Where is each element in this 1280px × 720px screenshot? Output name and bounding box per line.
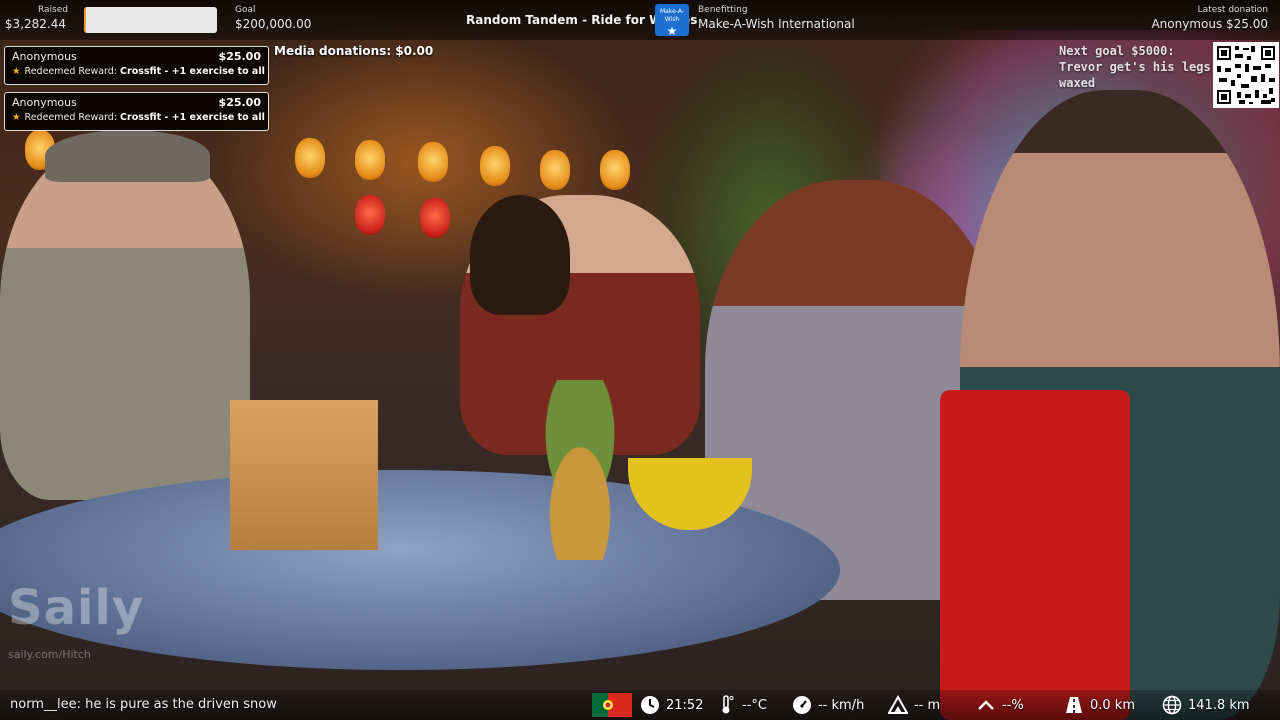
person-cap	[0, 140, 250, 500]
distance-today-value: 0.0 km	[1090, 697, 1135, 713]
donation-topbar: Raised $3,282.44 Goal $200,000.00 Random…	[0, 0, 1280, 40]
red-apron	[940, 390, 1130, 720]
donation-amount: $25.00	[218, 50, 261, 63]
goal-progress-fill	[84, 7, 87, 33]
star-icon: ★	[12, 66, 21, 77]
sponsor-url: saily.com/Hitch	[8, 648, 91, 661]
speedometer-icon	[793, 696, 811, 714]
lantern	[480, 146, 510, 186]
media-donations: Media donations: $0.00	[274, 44, 434, 58]
star-icon: ★	[666, 24, 678, 38]
mountain-icon	[888, 695, 908, 714]
chopstick-box	[230, 400, 378, 550]
baseball-cap	[45, 130, 210, 182]
charity-logo-text: Make-A-Wish	[660, 8, 684, 23]
incline-stat: --%	[976, 695, 1024, 715]
pineapple	[520, 380, 640, 560]
incline-value: --%	[1002, 697, 1024, 713]
reward-line: ★ Redeemed Reward: Crossfit - +1 exercise…	[12, 66, 265, 77]
portugal-flag-icon	[592, 693, 632, 717]
distance-total-value: 141.8 km	[1188, 697, 1250, 713]
make-a-wish-logo: Make-A-Wish ★	[655, 4, 689, 38]
lantern	[600, 150, 630, 190]
lantern	[420, 198, 450, 238]
latest-donation-value: Anonymous $25.00	[1151, 17, 1268, 31]
goal-block: Goal $200,000.00	[235, 5, 311, 32]
lantern	[418, 142, 448, 182]
raised-block: Raised $3,282.44	[5, 5, 68, 32]
thermometer-icon	[722, 695, 734, 714]
temperature-value: --°C	[742, 697, 767, 713]
reward-name: Crossfit - +1 exercise to all	[120, 112, 265, 123]
star-icon: ★	[12, 112, 21, 123]
qr-code[interactable]	[1213, 42, 1279, 108]
next-goal-text: Next goal $5000: Trevor get's his legs w…	[1059, 44, 1211, 90]
incline-icon	[978, 700, 994, 710]
donor-name: Anonymous	[12, 50, 77, 63]
globe-icon	[1162, 695, 1182, 715]
distance-today-stat: 0.0 km	[1064, 695, 1135, 715]
time-stat: 21:52	[640, 695, 703, 715]
qr-code-icon	[1213, 42, 1279, 108]
reward-prefix: Redeemed Reward:	[24, 112, 121, 123]
telemetry-bar: norm__lee: he is pure as the driven snow…	[0, 690, 1280, 720]
goal-label: Goal	[235, 5, 256, 15]
benefitting-label: Benefitting	[698, 5, 748, 15]
reward-prefix: Redeemed Reward:	[24, 66, 121, 77]
lantern	[355, 195, 385, 235]
lantern	[540, 150, 570, 190]
reward-line: ★ Redeemed Reward: Crossfit - +1 exercise…	[12, 112, 265, 123]
latest-donation-label: Latest donation	[1197, 5, 1268, 15]
chat-message: norm__lee: he is pure as the driven snow	[10, 697, 277, 712]
raised-value: $3,282.44	[4, 17, 66, 31]
altitude-stat: -- m	[888, 695, 940, 715]
speed-stat: -- km/h	[792, 695, 864, 715]
sponsor-watermark: Saily	[8, 580, 145, 636]
temperature-stat: --°C	[716, 695, 767, 715]
speed-value: -- km/h	[818, 697, 865, 713]
donation-amount: $25.00	[218, 96, 261, 109]
reward-name: Crossfit - +1 exercise to all	[120, 66, 265, 77]
time-value: 21:52	[666, 697, 704, 713]
clock-icon	[641, 696, 659, 714]
raised-label: Raised	[37, 5, 68, 15]
donation-alert: Anonymous $25.00 ★ Redeemed Reward: Cross…	[4, 46, 269, 85]
road-icon	[1066, 697, 1082, 713]
hair	[470, 195, 570, 315]
altitude-value: -- m	[914, 697, 941, 713]
donation-alert: Anonymous $25.00 ★ Redeemed Reward: Cross…	[4, 92, 269, 131]
distance-total-stat: 141.8 km	[1162, 695, 1250, 715]
benefitting-value: Make-A-Wish International	[698, 17, 855, 31]
benefitting-block: Benefitting Make-A-Wish International	[698, 5, 855, 32]
donor-name: Anonymous	[12, 96, 77, 109]
goal-value: $200,000.00	[235, 17, 312, 31]
lantern	[295, 138, 325, 178]
lantern	[355, 140, 385, 180]
latest-donation-block: Latest donation Anonymous $25.00	[1151, 5, 1268, 32]
goal-progress-bar	[84, 7, 217, 33]
